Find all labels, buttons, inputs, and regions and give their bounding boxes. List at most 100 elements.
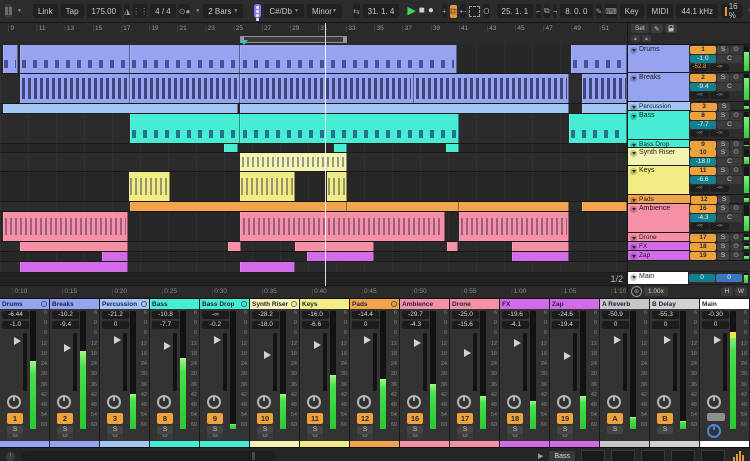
track-number-badge[interactable]: 18 — [690, 243, 716, 251]
device-thumbnail[interactable] — [641, 449, 665, 461]
clip[interactable] — [334, 144, 348, 152]
mixer-strip-drums[interactable]: Drums -6.44 -1.0 1 S 6 0 6 12 18 24 30 36 42 48 54 60 ⊙ — [0, 299, 50, 447]
pencil-icon[interactable]: ✎ — [650, 24, 663, 33]
track-number-badge[interactable]: 19 — [557, 413, 573, 424]
fold-icon[interactable] — [141, 301, 147, 307]
mixer-track-tab[interactable]: Bass — [150, 299, 199, 309]
track-number-badge[interactable]: 18 — [507, 413, 523, 424]
clip[interactable] — [20, 74, 130, 103]
peak-level-value[interactable]: -21.2 — [102, 311, 129, 319]
clip[interactable] — [239, 153, 348, 171]
track-number-badge[interactable]: 11 — [690, 167, 716, 175]
clip[interactable] — [128, 172, 170, 201]
solo-button[interactable]: S — [57, 426, 73, 434]
clip[interactable] — [224, 144, 238, 152]
pan-field[interactable]: C — [717, 83, 742, 91]
punch-in-icon[interactable]: ⌐ — [536, 4, 541, 18]
mixer-strip-pads[interactable]: Pads -14.4 0 12 S 6 0 6 12 18 24 30 36 42 48 54 60 ⊙ — [350, 299, 400, 447]
zoom-level-field[interactable]: 1.00x — [644, 287, 668, 296]
track-number-badge[interactable]: 10 — [690, 149, 716, 157]
pencil-icon[interactable]: ✎ — [595, 4, 603, 18]
solo-button[interactable]: S — [307, 426, 323, 434]
track-header-bass[interactable]: Bass 8 S ⊙ -7.7 C -∞ -∞ — [628, 111, 750, 140]
track-number-badge[interactable]: 19 — [690, 252, 716, 260]
volume-fader-track[interactable] — [273, 333, 277, 391]
solo-button[interactable]: S — [717, 252, 729, 260]
solo-button[interactable]: S — [157, 426, 173, 434]
clip[interactable] — [129, 202, 348, 211]
clip[interactable] — [3, 212, 128, 241]
volume-field[interactable]: -1.0 — [690, 55, 716, 63]
pan-knob[interactable] — [307, 395, 321, 409]
mixer-track-tab[interactable]: Ambience — [400, 299, 449, 309]
clip[interactable] — [239, 74, 414, 103]
track-header-drums[interactable]: Drums 1 S ⊙ -1.0 C -52.8 -∞ — [628, 45, 750, 73]
solo-button[interactable]: S — [257, 426, 273, 434]
track-lane-percussion[interactable] — [0, 104, 627, 114]
width-zoom-button[interactable]: W — [735, 287, 747, 296]
track-header-keys[interactable]: Keys 11 S ⊙ -6.6 C -∞ -∞ — [628, 166, 750, 195]
fold-icon[interactable] — [630, 103, 637, 110]
selected-track-name[interactable]: Bass — [549, 450, 575, 461]
solo-button[interactable]: S — [717, 167, 729, 175]
device-thumbnail[interactable] — [671, 449, 695, 461]
expand-toggle-icon[interactable]: ▲ — [631, 35, 640, 42]
fold-icon[interactable] — [630, 149, 637, 157]
scale-mode-menu[interactable]: Minor ▼ — [306, 4, 342, 18]
fold-icon[interactable] — [241, 301, 247, 307]
clip[interactable] — [20, 242, 128, 251]
spectrum-icon[interactable] — [733, 451, 744, 461]
pan-knob[interactable] — [607, 395, 621, 409]
track-lane-fx[interactable] — [0, 252, 627, 262]
track-number-badge[interactable]: 1 — [7, 413, 23, 424]
scale-root-menu[interactable]: C#/Db ▼ — [264, 4, 304, 18]
volume-field[interactable]: -6.6 — [690, 176, 716, 184]
draw-mode-icon[interactable] — [469, 4, 481, 18]
loop-length-field[interactable]: 8. 0. 0 — [560, 4, 593, 18]
record-button[interactable]: ● — [428, 6, 434, 16]
volume-fader-track[interactable] — [73, 333, 77, 391]
clip[interactable] — [239, 104, 570, 113]
mixer-track-tab[interactable]: Zap — [550, 299, 599, 309]
arm-button[interactable]: ⊙ — [730, 46, 742, 54]
solo-button[interactable]: S — [717, 112, 729, 120]
set-button[interactable]: Set — [631, 24, 649, 33]
arm-button[interactable]: ⊙ — [730, 243, 742, 251]
height-zoom-button[interactable]: H — [721, 287, 733, 296]
clip[interactable] — [571, 45, 627, 73]
volume-fader-track[interactable] — [473, 333, 477, 391]
clip[interactable] — [239, 212, 445, 241]
solo-button[interactable]: S — [718, 103, 730, 111]
clip[interactable] — [239, 45, 458, 73]
arrangement-position-field[interactable]: 31. 1. 4 — [362, 4, 400, 18]
volume-fader-track[interactable] — [573, 333, 577, 391]
solo-button[interactable]: S — [207, 426, 223, 434]
solo-button[interactable]: S — [557, 426, 573, 434]
fold-icon[interactable] — [630, 196, 637, 203]
volume-value[interactable]: -1.0 — [2, 321, 29, 329]
fold-icon[interactable] — [630, 273, 637, 281]
solo-button[interactable]: S — [407, 426, 423, 434]
tempo-field[interactable]: 175.00 — [86, 4, 122, 18]
play-button[interactable]: ▶ — [407, 5, 415, 17]
track-number-badge[interactable]: 8 — [690, 112, 716, 120]
track-header-synth-riser[interactable]: Synth Riser 10 S ⊙ -18.0 C — [628, 148, 750, 166]
track-number-badge[interactable]: 2 — [57, 413, 73, 424]
track-number-badge[interactable]: 12 — [691, 196, 717, 204]
peak-level-value[interactable]: -55.3 — [652, 311, 679, 319]
pan-knob[interactable] — [57, 395, 71, 409]
time-signature-field[interactable]: 4 / 4 — [150, 4, 176, 18]
lock-icon[interactable] — [664, 24, 677, 33]
main-volume-field[interactable]: 0 — [689, 274, 715, 282]
mixer-track-tab[interactable]: Drums — [0, 299, 49, 309]
fold-icon[interactable] — [630, 74, 637, 82]
volume-fader-handle[interactable] — [314, 341, 325, 350]
volume-fader-handle[interactable] — [664, 335, 675, 344]
track-number-badge[interactable]: B — [657, 413, 673, 424]
peak-level-value[interactable]: -0.30 — [702, 311, 729, 319]
track-number-badge[interactable]: 12 — [357, 413, 373, 424]
volume-field[interactable]: -9.4 — [690, 83, 716, 91]
volume-fader-handle[interactable] — [114, 335, 125, 344]
peak-level-value[interactable]: -29.7 — [402, 311, 429, 319]
volume-value[interactable]: 0 — [702, 321, 729, 329]
